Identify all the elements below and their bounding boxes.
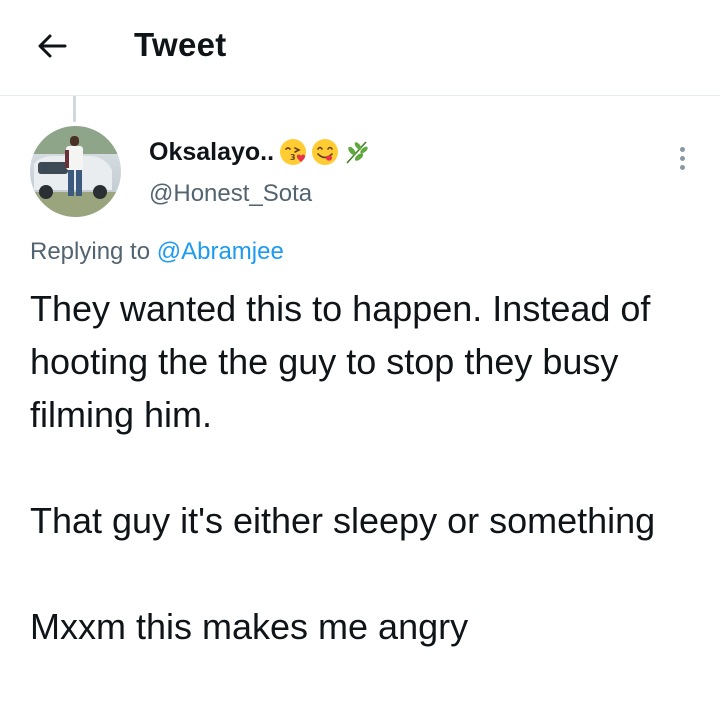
herb-emoji (346, 141, 368, 164)
author-handle[interactable]: @Honest_Sota (149, 180, 312, 208)
svg-text:3: 3 (290, 153, 296, 162)
author-name-row[interactable]: Oksalayo.. 3 (149, 132, 372, 172)
tweet-paragraph: Mxxm this makes me angry (30, 606, 469, 647)
tweet-paragraph: That guy it's either sleepy or something (30, 500, 656, 541)
author-display-name[interactable]: Oksalayo.. (149, 138, 274, 167)
top-app-bar: Tweet (0, 0, 720, 96)
arrow-left-icon (38, 34, 67, 58)
tweet-paragraph: They wanted this to happen. Instead of h… (30, 288, 651, 435)
more-options-button[interactable] (668, 140, 696, 176)
page-title: Tweet (134, 26, 227, 63)
face-savoring-food-emoji (312, 139, 339, 165)
face-blowing-kiss-emoji: 3 (280, 139, 307, 165)
more-vertical-icon (679, 146, 685, 152)
thread-connector-line (73, 96, 76, 122)
name-emojis: 3 (278, 137, 372, 167)
tweet-text: They wanted this to happen. Instead of h… (30, 282, 700, 653)
replying-to-handle-link[interactable]: @Abramjee (157, 238, 284, 265)
replying-to-prefix: Replying to (30, 238, 151, 265)
back-button[interactable] (34, 28, 70, 64)
avatar-photo (30, 126, 121, 217)
avatar[interactable] (30, 126, 121, 217)
replying-to-line: Replying to @Abramjee (30, 238, 284, 266)
